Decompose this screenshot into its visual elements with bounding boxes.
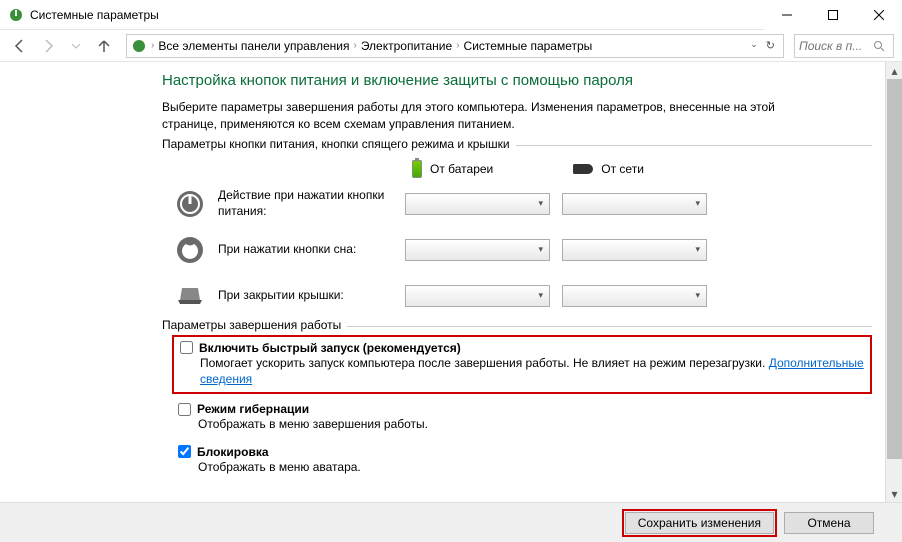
chevron-down-icon: ▾ bbox=[695, 198, 700, 209]
hibernate-checkbox[interactable] bbox=[178, 403, 191, 416]
search-box[interactable] bbox=[794, 34, 894, 58]
sleep-button-row: При нажатии кнопки сна: ▾ ▾ bbox=[162, 234, 872, 266]
titlebar: Системные параметры bbox=[0, 0, 902, 30]
battery-column-header: От батареи bbox=[412, 160, 493, 178]
close-button[interactable] bbox=[856, 0, 902, 30]
forward-button[interactable] bbox=[36, 34, 60, 58]
power-button-icon bbox=[174, 188, 206, 220]
group-legend: Параметры кнопки питания, кнопки спящего… bbox=[162, 137, 516, 151]
window-controls bbox=[764, 0, 902, 30]
breadcrumb[interactable]: › Все элементы панели управления › Элект… bbox=[126, 34, 784, 58]
chevron-down-icon: ▾ bbox=[695, 290, 700, 301]
lid-ac-dropdown[interactable]: ▾ bbox=[562, 285, 707, 307]
maximize-button[interactable] bbox=[810, 0, 856, 30]
minimize-button[interactable] bbox=[764, 0, 810, 30]
cancel-button[interactable]: Отмена bbox=[784, 512, 874, 534]
scroll-up-button[interactable]: ▴ bbox=[886, 62, 902, 79]
hibernate-option: Режим гибернации Отображать в меню завер… bbox=[172, 398, 872, 437]
setting-label: Действие при нажатии кнопки питания: bbox=[218, 188, 393, 219]
chevron-down-icon[interactable]: ⌄ bbox=[750, 39, 758, 52]
chevron-right-icon: › bbox=[353, 40, 356, 51]
sleep-button-icon bbox=[174, 234, 206, 266]
plug-icon bbox=[573, 164, 593, 174]
search-icon bbox=[873, 40, 885, 52]
chevron-right-icon: › bbox=[151, 40, 154, 51]
chevron-down-icon: ▾ bbox=[538, 244, 543, 255]
option-title: Режим гибернации bbox=[197, 402, 309, 416]
option-title: Включить быстрый запуск (рекомендуется) bbox=[199, 341, 461, 355]
group-legend: Параметры завершения работы bbox=[162, 318, 347, 332]
intro-text: Выберите параметры завершения работы для… bbox=[162, 99, 822, 133]
control-panel-icon bbox=[131, 38, 147, 54]
lock-checkbox[interactable] bbox=[178, 445, 191, 458]
power-button-battery-dropdown[interactable]: ▾ bbox=[405, 193, 550, 215]
battery-icon bbox=[412, 160, 422, 178]
chevron-down-icon: ▾ bbox=[538, 290, 543, 301]
chevron-down-icon: ▾ bbox=[538, 198, 543, 209]
up-button[interactable] bbox=[92, 34, 116, 58]
breadcrumb-item[interactable]: Системные параметры bbox=[464, 39, 593, 53]
recent-dropdown[interactable] bbox=[64, 34, 88, 58]
page-title: Настройка кнопок питания и включение защ… bbox=[162, 72, 872, 89]
refresh-icon[interactable]: ↻ bbox=[766, 39, 775, 52]
option-desc: Отображать в меню завершения работы. bbox=[198, 416, 866, 433]
lock-option: Блокировка Отображать в меню аватара. bbox=[172, 441, 872, 480]
shutdown-settings-group: Параметры завершения работы Включить быс… bbox=[162, 326, 872, 480]
window-title: Системные параметры bbox=[30, 8, 764, 22]
lid-battery-dropdown[interactable]: ▾ bbox=[405, 285, 550, 307]
power-options-icon bbox=[8, 7, 24, 23]
ac-column-header: От сети bbox=[573, 160, 644, 178]
laptop-lid-icon bbox=[174, 280, 206, 312]
breadcrumb-item[interactable]: Электропитание bbox=[361, 39, 452, 53]
back-button[interactable] bbox=[8, 34, 32, 58]
content-area: Настройка кнопок питания и включение защ… bbox=[0, 62, 902, 502]
footer: Сохранить изменения Отмена bbox=[0, 502, 902, 542]
search-input[interactable] bbox=[799, 39, 869, 53]
vertical-scrollbar[interactable]: ▴ ▾ bbox=[885, 62, 902, 502]
power-button-ac-dropdown[interactable]: ▾ bbox=[562, 193, 707, 215]
option-desc: Помогает ускорить запуск компьютера посл… bbox=[200, 355, 864, 389]
save-button[interactable]: Сохранить изменения bbox=[625, 512, 774, 534]
fast-startup-checkbox[interactable] bbox=[180, 341, 193, 354]
chevron-right-icon: › bbox=[456, 40, 459, 51]
scroll-down-button[interactable]: ▾ bbox=[886, 485, 902, 502]
option-desc: Отображать в меню аватара. bbox=[198, 459, 866, 476]
option-title: Блокировка bbox=[197, 445, 269, 459]
breadcrumb-item[interactable]: Все элементы панели управления bbox=[158, 39, 349, 53]
sleep-button-ac-dropdown[interactable]: ▾ bbox=[562, 239, 707, 261]
setting-label: При закрытии крышки: bbox=[218, 288, 393, 304]
scroll-thumb[interactable] bbox=[887, 79, 902, 459]
power-button-row: Действие при нажатии кнопки питания: ▾ ▾ bbox=[162, 188, 872, 220]
sleep-button-battery-dropdown[interactable]: ▾ bbox=[405, 239, 550, 261]
setting-label: При нажатии кнопки сна: bbox=[218, 242, 393, 258]
lid-close-row: При закрытии крышки: ▾ ▾ bbox=[162, 280, 872, 312]
fast-startup-option: Включить быстрый запуск (рекомендуется) … bbox=[172, 335, 872, 395]
chevron-down-icon: ▾ bbox=[695, 244, 700, 255]
toolbar: › Все элементы панели управления › Элект… bbox=[0, 30, 902, 62]
button-settings-group: Параметры кнопки питания, кнопки спящего… bbox=[162, 145, 872, 312]
